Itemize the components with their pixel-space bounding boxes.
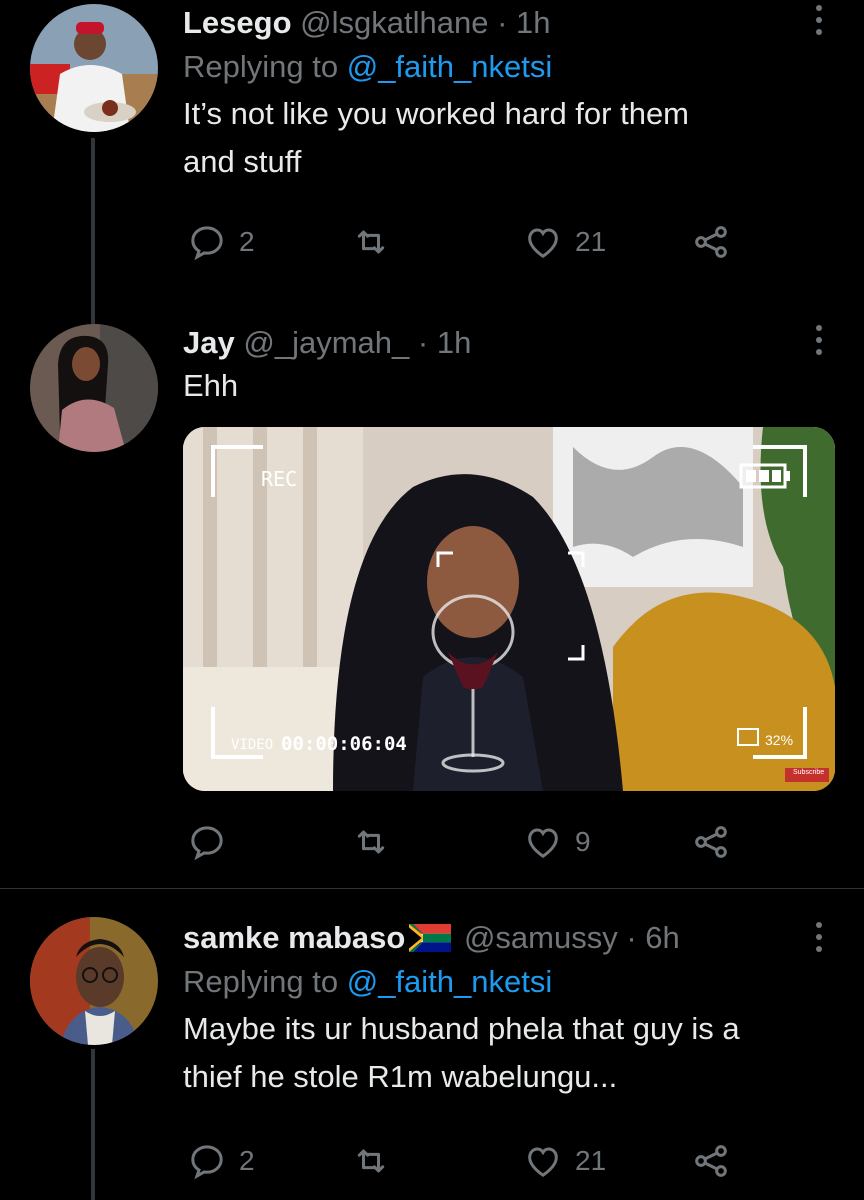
tweet-header: Jay @_jaymah_ · 1h: [183, 324, 834, 362]
tweet-actions: 2 21: [183, 1141, 743, 1189]
timestamp[interactable]: 1h: [516, 5, 550, 40]
tweet-header: samke mabaso @samussy · 6h: [183, 919, 834, 957]
retweet-icon: [357, 1149, 385, 1173]
retweet-button[interactable]: [351, 822, 403, 862]
share-button[interactable]: [691, 822, 731, 862]
avatar-samke[interactable]: [30, 917, 158, 1045]
user-handle[interactable]: @_jaymah_: [243, 325, 409, 360]
tweet-samke[interactable]: samke mabaso @samussy · 6h Replying to @…: [0, 889, 864, 1200]
like-count: 21: [575, 226, 607, 257]
battery-percent: 32%: [765, 732, 794, 748]
share-icon: [695, 826, 727, 858]
more-icon[interactable]: [814, 919, 824, 959]
tweet-content: Lesego @lsgkatlhane · 1h Replying to @_f…: [183, 4, 834, 186]
reply-icon: [191, 1145, 223, 1180]
separator-dot: ·: [417, 325, 429, 360]
thread-line: [91, 310, 95, 324]
thread-line: [91, 1049, 95, 1200]
display-name[interactable]: Lesego: [183, 5, 292, 40]
retweet-button[interactable]: [351, 222, 403, 262]
avatar-jay[interactable]: [30, 324, 158, 452]
like-icon: [528, 1147, 558, 1177]
video-label: VIDEO: [231, 737, 274, 753]
share-icon: [695, 226, 727, 258]
tweet-text: Ehh: [183, 362, 834, 410]
tweet-content: samke mabaso @samussy · 6h Replying to @…: [183, 919, 834, 1101]
tweet-lesego[interactable]: Lesego @lsgkatlhane · 1h Replying to @_f…: [0, 0, 864, 310]
like-button[interactable]: 9: [523, 822, 591, 862]
reply-button[interactable]: 2: [187, 222, 255, 262]
replying-prefix: Replying to: [183, 964, 347, 999]
thread-line: [91, 138, 95, 310]
avatar-lesego[interactable]: [30, 4, 158, 132]
replying-prefix: Replying to: [183, 49, 347, 84]
tweet-content: Jay @_jaymah_ · 1h Ehh: [183, 324, 834, 410]
tweet-text: Maybe its ur husband phela that guy is a…: [183, 1005, 834, 1101]
retweet-button[interactable]: [351, 1141, 403, 1181]
reply-count: 2: [239, 1145, 255, 1176]
tweet-text-line: It’s not like you worked hard for them: [183, 96, 690, 131]
tweet-media-video[interactable]: REC VIDEO 00:00:06:04 32% Subscribe: [183, 427, 835, 791]
more-icon[interactable]: [814, 2, 824, 42]
share-button[interactable]: [691, 1141, 731, 1181]
like-count: 21: [575, 1145, 607, 1176]
south-africa-flag-icon: [409, 924, 452, 952]
rec-label: REC: [261, 467, 298, 491]
timestamp[interactable]: 6h: [645, 920, 679, 955]
more-icon[interactable]: [814, 322, 824, 362]
reply-button[interactable]: 2: [187, 1141, 255, 1181]
tweet-text-line: and stuff: [183, 144, 302, 179]
display-name[interactable]: samke mabaso: [183, 920, 405, 955]
reply-button[interactable]: [187, 822, 239, 862]
replying-to-link[interactable]: @_faith_nketsi: [347, 49, 553, 84]
like-button[interactable]: 21: [523, 222, 606, 262]
replying-to: Replying to @_faith_nketsi: [183, 963, 834, 1001]
tweet-text: It’s not like you worked hard for them a…: [183, 90, 834, 186]
separator-dot: ·: [497, 5, 508, 40]
separator-dot: ·: [626, 920, 637, 955]
like-icon: [528, 228, 558, 258]
like-icon: [528, 828, 558, 858]
timecode: 00:00:06:04: [281, 733, 407, 755]
tweet-actions: 2 21: [183, 222, 743, 270]
replying-to-link[interactable]: @_faith_nketsi: [347, 964, 553, 999]
tweet-text-line: Ehh: [183, 368, 239, 403]
timestamp[interactable]: 1h: [437, 325, 471, 360]
display-name[interactable]: Jay: [183, 325, 235, 360]
share-icon: [695, 1145, 727, 1177]
like-button[interactable]: 21: [523, 1141, 606, 1181]
share-button[interactable]: [691, 222, 731, 262]
reply-icon: [191, 826, 223, 861]
tweet-actions: 9: [183, 822, 743, 870]
reply-count: 2: [239, 226, 255, 257]
tweet-text-line: Maybe its ur husband phela that guy is a: [183, 1011, 740, 1046]
reply-icon: [191, 226, 223, 261]
tweet-header: Lesego @lsgkatlhane · 1h: [183, 4, 834, 42]
user-handle[interactable]: @lsgkatlhane: [300, 5, 488, 40]
replying-to: Replying to @_faith_nketsi: [183, 48, 834, 86]
user-handle[interactable]: @samussy: [464, 920, 618, 955]
retweet-icon: [357, 830, 385, 854]
subscribe-badge: Subscribe: [793, 769, 825, 776]
like-count: 9: [575, 826, 591, 857]
tweet-text-line: thief he stole R1m wabelungu...: [183, 1059, 618, 1094]
retweet-icon: [357, 230, 385, 254]
